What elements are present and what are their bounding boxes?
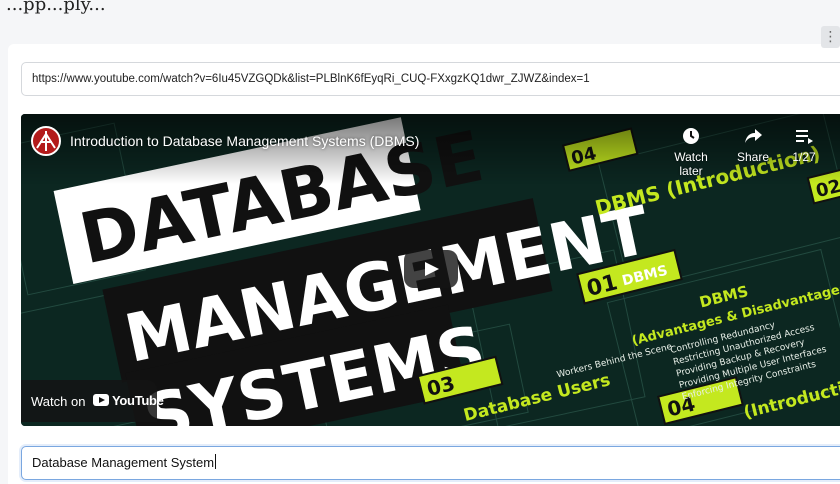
channel-avatar[interactable] (31, 126, 61, 156)
watch-on-label: Watch on (31, 394, 86, 409)
video-embed[interactable]: DATABASE MANAGEMENT SYSTEMS DBMS (Introd… (21, 114, 840, 426)
clock-icon (661, 126, 721, 146)
share-button[interactable]: Share (733, 126, 773, 164)
play-button[interactable] (404, 250, 458, 288)
text-caret (215, 454, 217, 469)
top-strip: ...pp...ply... (0, 0, 840, 22)
header-text: ...pp...ply... (6, 0, 106, 15)
share-label: Share (736, 150, 770, 164)
play-icon (425, 262, 439, 276)
channel-logo-icon (36, 131, 56, 151)
playlist-icon (789, 126, 819, 146)
watch-later-label: Watch later (674, 150, 708, 178)
search-input[interactable]: Database Management System (21, 446, 840, 480)
youtube-brand: YouTube (112, 393, 164, 408)
playlist-count: 1/27 (792, 150, 816, 164)
watch-on-youtube-button[interactable]: Watch on YouTube (21, 380, 164, 422)
youtube-logo-icon (93, 394, 109, 406)
share-icon (733, 126, 773, 146)
search-input-value: Database Management System (32, 455, 215, 470)
video-title[interactable]: Introduction to Database Management Syst… (70, 133, 419, 149)
more-options-icon[interactable]: ⋮ (821, 26, 840, 48)
watch-later-button[interactable]: Watch later (661, 126, 721, 178)
url-input[interactable]: https://www.youtube.com/watch?v=6Iu45VZG… (21, 62, 840, 96)
playlist-button[interactable]: 1/27 (789, 126, 819, 164)
